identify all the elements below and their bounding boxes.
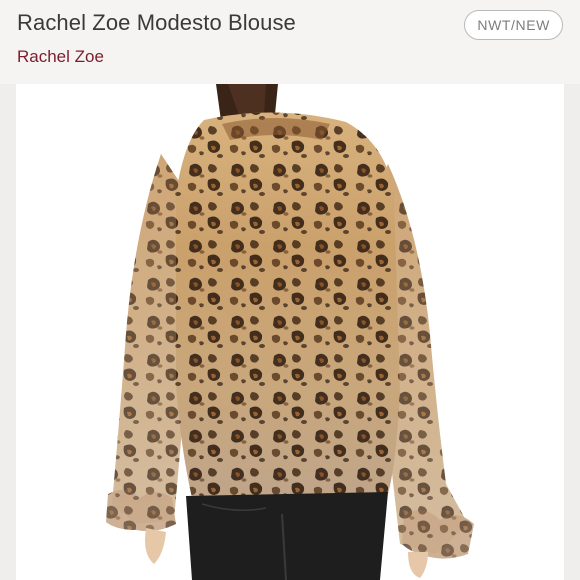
left-margin [0, 84, 16, 580]
blouse-image [106, 84, 474, 580]
listing-title: Rachel Zoe Modesto Blouse [17, 10, 296, 35]
listing-page: Rachel Zoe Modesto Blouse Rachel Zoe NWT… [0, 0, 580, 580]
listing-header: Rachel Zoe Modesto Blouse Rachel Zoe NWT… [0, 0, 580, 82]
right-margin [564, 84, 580, 580]
condition-badge: NWT/NEW [464, 10, 563, 40]
product-photo[interactable] [16, 84, 564, 580]
brand-link[interactable]: Rachel Zoe [17, 47, 104, 67]
